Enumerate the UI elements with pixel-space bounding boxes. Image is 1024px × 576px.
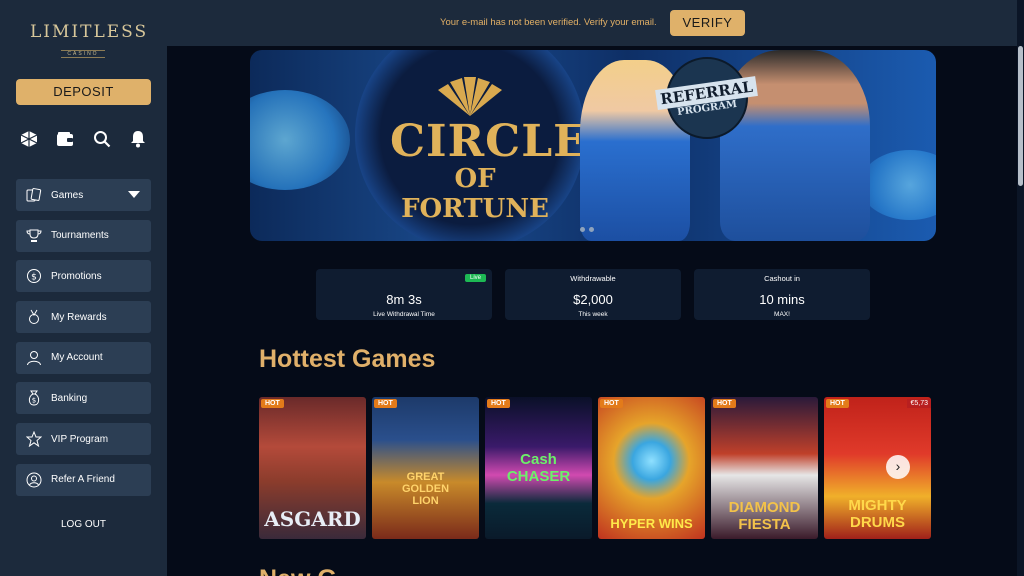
live-badge: Live xyxy=(464,274,486,282)
sidebar-item-label: Refer A Friend xyxy=(51,474,115,486)
stat-value: 8m 3s xyxy=(386,292,422,307)
sidebar-item-tournaments[interactable]: Tournaments xyxy=(16,219,151,252)
search-icon[interactable] xyxy=(91,128,113,150)
money-bag-icon: $ xyxy=(25,389,43,407)
sidebar-item-banking[interactable]: $ Banking xyxy=(16,382,151,415)
stat-sub: This week xyxy=(578,311,608,318)
wallet-icon[interactable] xyxy=(54,128,76,150)
section-title-hottest: Hottest Games xyxy=(259,345,436,373)
cube-icon[interactable] xyxy=(18,128,40,150)
verify-button[interactable]: VERIFY xyxy=(670,10,745,36)
decorative-orb xyxy=(860,150,936,220)
verification-bar: Your e-mail has not been verified. Verif… xyxy=(167,0,1024,46)
brand-tag: CASINO xyxy=(61,50,105,58)
referral-program-badge: REFERRAL PROGRAM xyxy=(655,57,759,139)
stat-value: $2,000 xyxy=(573,292,613,307)
stat-sub: MAX! xyxy=(774,311,790,318)
game-title: Cash CHASER xyxy=(506,451,571,485)
sidebar-item-label: VIP Program xyxy=(51,433,109,445)
sidebar-item-label: Banking xyxy=(51,392,88,404)
verification-message: Your e-mail has not been verified. Verif… xyxy=(440,17,657,28)
stat-live-withdrawal: Live 8m 3s Live Withdrawal Time xyxy=(316,269,492,320)
sidebar-item-promotions[interactable]: $ Promotions xyxy=(16,260,151,293)
sidebar-item-label: Tournaments xyxy=(51,230,109,242)
dollar-coin-icon: $ xyxy=(25,267,43,285)
game-title: MIGHTY DRUMS xyxy=(848,497,907,531)
games-carousel: HOT ASGARD HOT GREAT GOLDEN LION HOT Cas… xyxy=(259,397,931,539)
sidebar-item-label: My Rewards xyxy=(51,311,107,323)
game-title: ASGARD xyxy=(264,507,361,531)
chevron-down-icon[interactable] xyxy=(128,191,140,198)
game-title: DIAMOND FIESTA xyxy=(728,499,801,533)
banner-title-line1: CIRCLE xyxy=(390,116,588,167)
hot-badge: HOT xyxy=(713,399,736,408)
stat-value: 10 mins xyxy=(759,292,805,307)
stat-withdrawable: Withdrawable $2,000 This week xyxy=(505,269,681,320)
sidebar-item-label: Promotions xyxy=(51,270,102,282)
hot-badge: HOT xyxy=(261,399,284,408)
hot-badge: HOT xyxy=(600,399,623,408)
carousel-next-button[interactable]: › xyxy=(886,455,910,479)
stat-label: Cashout in xyxy=(764,274,800,283)
game-title: HYPER WINS xyxy=(610,516,693,531)
stat-sub: Live Withdrawal Time xyxy=(373,311,435,318)
sidebar-item-vip-program[interactable]: VIP Program xyxy=(16,423,151,456)
game-tile[interactable]: HOT Cash CHASER xyxy=(485,397,592,539)
hot-badge: HOT xyxy=(487,399,510,408)
hot-badge: HOT xyxy=(826,399,849,408)
star-icon xyxy=(25,430,43,448)
game-title: GREAT GOLDEN LION xyxy=(401,471,450,507)
sidebar: LIMITLESS CASINO DEPOSIT Games Tournamen… xyxy=(0,0,167,576)
banner-title: CIRCLE OF FORTUNE xyxy=(390,116,588,225)
jackpot-badge: €5,73 xyxy=(907,399,931,408)
decorative-orb xyxy=(250,90,350,190)
sidebar-nav: Games Tournaments $ Promotions My Reward… xyxy=(16,179,151,505)
sidebar-item-refer-a-friend[interactable]: Refer A Friend xyxy=(16,463,151,496)
scrollbar[interactable] xyxy=(1017,0,1024,576)
stat-cashout: Cashout in 10 mins MAX! xyxy=(694,269,870,320)
user-circle-icon xyxy=(25,471,43,489)
game-tile[interactable]: HOT DIAMOND FIESTA xyxy=(711,397,818,539)
bell-icon[interactable] xyxy=(127,128,149,150)
brand-logo[interactable]: LIMITLESS CASINO xyxy=(30,22,149,60)
game-tile[interactable]: HOT GREAT GOLDEN LION xyxy=(372,397,479,539)
stat-label: Withdrawable xyxy=(570,274,616,283)
hot-badge: HOT xyxy=(374,399,397,408)
medal-icon xyxy=(25,308,43,326)
art-deco-fan-icon xyxy=(438,77,502,116)
sidebar-item-my-account[interactable]: My Account xyxy=(16,341,151,374)
deposit-button[interactable]: DEPOSIT xyxy=(16,79,151,105)
svg-text:$: $ xyxy=(31,273,37,283)
banner-title-line2: OF FORTUNE xyxy=(401,164,549,224)
sidebar-item-label: My Account xyxy=(51,352,103,364)
carousel-dots[interactable] xyxy=(580,227,594,232)
promo-banner[interactable]: CIRCLE OF FORTUNE REFERRAL PROGRAM xyxy=(250,50,936,241)
scrollbar-thumb[interactable] xyxy=(1018,46,1023,186)
svg-text:$: $ xyxy=(32,397,36,405)
sidebar-item-games[interactable]: Games xyxy=(16,179,151,211)
logout-link[interactable]: LOG OUT xyxy=(16,519,151,530)
trophy-icon xyxy=(25,227,43,245)
game-tile[interactable]: HOT HYPER WINS xyxy=(598,397,705,539)
game-tile[interactable]: HOT €5,73 MIGHTY DRUMS xyxy=(824,397,931,539)
user-icon xyxy=(25,349,43,367)
cards-icon xyxy=(25,186,43,204)
game-tile[interactable]: HOT ASGARD xyxy=(259,397,366,539)
section-title-new: New G xyxy=(259,565,337,576)
quick-actions xyxy=(16,128,151,150)
brand-name: LIMITLESS xyxy=(30,22,149,42)
sidebar-item-label: Games xyxy=(51,189,84,201)
sidebar-item-my-rewards[interactable]: My Rewards xyxy=(16,301,151,334)
